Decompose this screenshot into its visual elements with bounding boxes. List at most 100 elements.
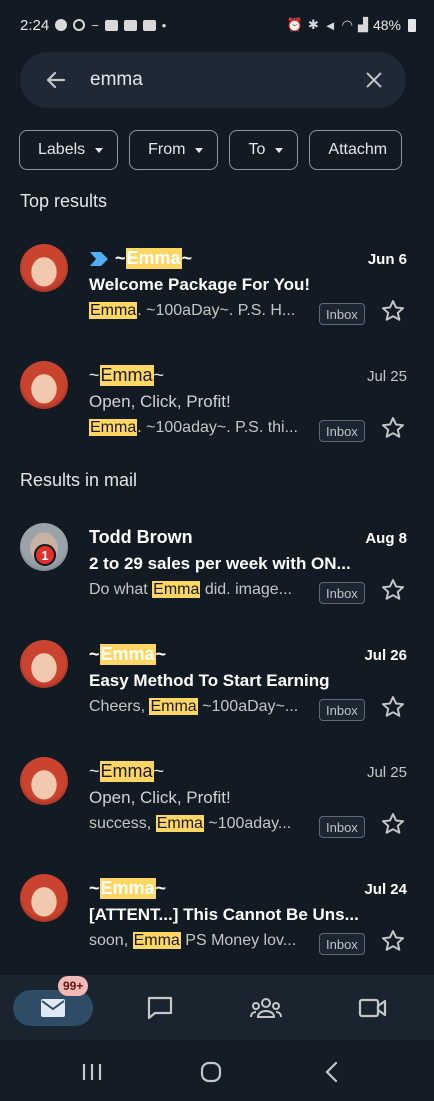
sender-prefix: ~ [89, 365, 100, 385]
battery-icon [408, 18, 416, 32]
inbox-label: Inbox [319, 303, 365, 325]
chip-label: From [148, 141, 186, 158]
sender-suffix: ~ [155, 878, 167, 898]
sender-highlight: Emma [99, 365, 154, 386]
snippet-prefix: success, [89, 815, 156, 832]
sender-highlight: Emma [99, 878, 156, 899]
avatar [20, 874, 68, 922]
email-date: Jul 25 [366, 764, 407, 781]
nav-chat[interactable] [120, 975, 200, 1040]
inbox-label: Inbox [319, 582, 365, 604]
app-notification-icon [123, 19, 137, 31]
unread-count-badge: 99+ [58, 975, 89, 996]
sync-icon [73, 19, 86, 31]
search-bar: emma [20, 52, 406, 108]
chip-label: To [248, 141, 266, 158]
status-bar: 2:24 − • ⏰ ✱ ◄ ◠ ▟ 48% [0, 0, 434, 50]
app-notification-icon [142, 19, 156, 31]
star-icon[interactable] [380, 928, 406, 954]
snippet-highlight: Emma [155, 815, 204, 832]
app-notification-icon [104, 19, 118, 31]
dropdown-caret-icon [195, 147, 204, 153]
clear-search-icon[interactable] [360, 66, 388, 94]
sender-suffix: ~ [153, 365, 165, 385]
avatar [20, 757, 68, 805]
email-date: Jun 6 [367, 251, 407, 268]
sender: Todd Brown [89, 527, 193, 548]
email-date: Jul 25 [366, 368, 407, 385]
search-input[interactable]: emma [90, 69, 360, 91]
sender-name: Todd Brown [89, 527, 193, 547]
dropdown-caret-icon [95, 147, 104, 153]
snippet-suffix: PS Money lov... [180, 932, 297, 949]
sender-highlight: Emma [99, 761, 154, 782]
email-row[interactable]: ~ Emma ~ Jun 6 Welcome Package For You! … [0, 244, 434, 354]
email-snippet: soon, Emma PS Money lov... [89, 932, 311, 950]
snippet-suffix: . ~100aDay~. P.S. H... [137, 302, 296, 319]
sender: ~ Emma ~ [89, 365, 164, 386]
email-row[interactable]: ~ Emma ~ Jul 25 Open, Click, Profit! Emm… [0, 361, 434, 471]
section-title-results-in-mail: Results in mail [20, 470, 138, 490]
email-subject: 2 to 29 sales per week with ON... [89, 554, 351, 573]
nav-mail-active-pill: 99+ [13, 975, 93, 1026]
email-subject: Easy Method To Start Earning [89, 671, 330, 690]
sender: ~ Emma ~ [89, 761, 164, 782]
email-subject: [ATTENT...] This Cannot Be Uns... [89, 905, 359, 924]
email-date: Aug 8 [365, 530, 407, 547]
sender-suffix: ~ [155, 644, 167, 664]
star-icon[interactable] [380, 811, 406, 837]
sender-suffix: ~ [153, 761, 165, 781]
star-icon[interactable] [380, 415, 406, 441]
email-row[interactable]: 1 Todd Brown Aug 8 2 to 29 sales per wee… [0, 523, 434, 633]
star-icon[interactable] [380, 577, 406, 603]
sender-prefix: ~ [89, 644, 100, 664]
nav-meet[interactable] [333, 975, 413, 1040]
snippet-prefix: soon, [89, 932, 133, 949]
snippet-prefix: Cheers, [89, 698, 150, 715]
avatar [20, 244, 68, 292]
email-subject: Open, Click, Profit! [89, 788, 231, 807]
snippet-prefix: Do what [89, 581, 153, 598]
nav-mail[interactable]: 99+ [13, 975, 93, 1040]
chip-label: Labels [38, 141, 86, 158]
sender-prefix: ~ [89, 761, 100, 781]
email-row[interactable]: ~ Emma ~ Jul 26 Easy Method To Start Ear… [0, 640, 434, 750]
recent-apps-button[interactable] [77, 1058, 107, 1086]
email-row[interactable]: ~ Emma ~ Jul 25 Open, Click, Profit! suc… [0, 757, 434, 867]
avatar-count-badge: 1 [34, 544, 56, 566]
inbox-label: Inbox [319, 933, 365, 955]
home-icon [200, 1061, 222, 1083]
filter-chip-from[interactable]: From [129, 130, 219, 170]
snippet-suffix: did. image... [200, 581, 292, 598]
email-snippet: Cheers, Emma ~100aDay~... [89, 698, 311, 716]
filter-chips: Labels From To Attachm [19, 130, 434, 170]
nav-spaces[interactable] [226, 975, 306, 1040]
battery-percent: 48% [372, 17, 401, 33]
email-subject: Open, Click, Profit! [89, 392, 231, 411]
email-row[interactable]: ~ Emma ~ Jul 24 [ATTENT...] This Cannot … [0, 874, 434, 984]
messenger-icon [55, 19, 68, 31]
sender-highlight: Emma [99, 644, 156, 665]
back-arrow-icon[interactable] [42, 66, 70, 94]
sender-prefix: ~ [115, 248, 126, 268]
star-icon[interactable] [380, 298, 406, 324]
sender-highlight: Emma [125, 248, 182, 269]
snippet-highlight: Emma [89, 302, 138, 319]
back-button[interactable] [317, 1058, 347, 1086]
section-title-top-results: Top results [20, 191, 108, 211]
status-time: 2:24 [20, 16, 50, 34]
mute-icon: ◄ [323, 17, 337, 33]
spaces-icon [250, 997, 282, 1018]
filter-chip-to[interactable]: To [229, 130, 299, 170]
snippet-suffix: ~100aDay~... [197, 698, 299, 715]
alarm-icon: ⏰ [286, 17, 303, 32]
star-icon[interactable] [380, 694, 406, 720]
sender: ~ Emma ~ [89, 878, 166, 899]
bottom-navigation: 99+ [0, 975, 434, 1040]
filter-chip-attachment[interactable]: Attachm [309, 130, 403, 170]
filter-chip-labels[interactable]: Labels [19, 130, 119, 170]
status-left: 2:24 − • [20, 17, 166, 34]
important-marker-icon [90, 251, 108, 266]
email-snippet: Emma. ~100aDay~. P.S. H... [89, 302, 311, 320]
home-button[interactable] [196, 1058, 226, 1086]
